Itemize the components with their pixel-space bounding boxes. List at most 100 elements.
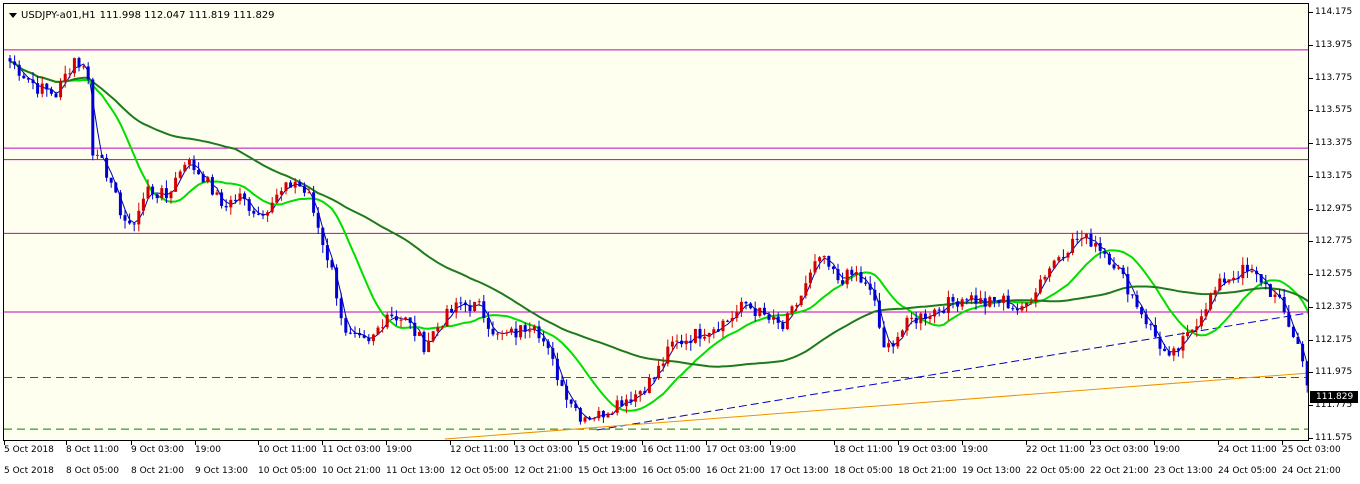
- candle-body: [1084, 234, 1088, 239]
- candle-body: [206, 177, 210, 183]
- candle-body: [307, 192, 311, 194]
- candle-body: [233, 199, 237, 201]
- price-tick-label: 113.975: [1315, 39, 1353, 50]
- price-axis[interactable]: 114.175 113.975 113.775 113.575 113.375 113.1…: [1309, 3, 1360, 443]
- candle-body: [54, 93, 58, 98]
- candle-body: [919, 313, 923, 324]
- time-tick-label: 25 Oct 03:00: [1282, 445, 1341, 455]
- candle-body: [822, 256, 826, 258]
- candle-body: [289, 182, 293, 188]
- candle-body: [1167, 351, 1171, 356]
- candle-body: [1121, 267, 1125, 275]
- time-axis[interactable]: 5 Oct 2018 8 Oct 11:00 9 Oct 03:00 19:00 10 …: [0, 441, 1360, 484]
- candle-body: [744, 301, 748, 304]
- candle-body: [854, 272, 858, 275]
- candle-body: [238, 193, 242, 201]
- candle-body: [1245, 264, 1249, 272]
- candle-body: [1250, 270, 1254, 272]
- candle-body: [666, 346, 670, 364]
- candle-body: [128, 220, 132, 224]
- time-tick-label: 23 Oct 13:00: [1154, 466, 1213, 476]
- candle-body: [468, 305, 472, 311]
- candle-body: [983, 298, 987, 307]
- time-tick-label: 16 Oct 05:00: [642, 466, 701, 476]
- candle-body: [1296, 336, 1300, 344]
- candle-body: [1066, 252, 1070, 258]
- candle-body: [1236, 277, 1240, 279]
- candle-body: [551, 348, 555, 359]
- candle-body: [1291, 326, 1295, 337]
- candle-body: [1287, 312, 1291, 327]
- candle-body: [629, 399, 633, 402]
- candle-body: [845, 269, 849, 285]
- candle-body: [224, 205, 228, 208]
- time-tick-label: 12 Oct 21:00: [514, 466, 573, 476]
- candle-body: [155, 194, 159, 199]
- time-tick-label: 10 Oct 11:00: [258, 445, 317, 455]
- candle-body: [215, 192, 219, 195]
- candle-body: [22, 75, 26, 79]
- candle-body: [923, 313, 927, 319]
- candle-body: [565, 385, 569, 400]
- candle-body: [712, 329, 716, 334]
- price-tick-mark: [1309, 208, 1313, 210]
- candle-body: [192, 159, 196, 171]
- candle-body: [40, 83, 44, 94]
- candle-body: [546, 341, 550, 349]
- time-tick-label: 19:00: [1154, 445, 1180, 455]
- horizontal-levels: [4, 49, 1308, 430]
- symbol-header[interactable]: USDJPY-a01,H1 111.998 112.047 111.819 11…: [9, 10, 275, 21]
- candle-body: [477, 301, 481, 303]
- time-tick-label: 19:00: [770, 445, 796, 455]
- chart-window[interactable]: USDJPY-a01,H1 111.998 112.047 111.819 11…: [0, 0, 1360, 484]
- plot-area[interactable]: USDJPY-a01,H1 111.998 112.047 111.819 11…: [3, 3, 1309, 441]
- candle-body: [1075, 238, 1079, 240]
- candle-body: [1011, 308, 1015, 310]
- candle-body: [335, 267, 339, 299]
- price-tick-mark: [1309, 306, 1313, 308]
- candle-body: [174, 177, 178, 192]
- candle-body: [109, 177, 113, 183]
- candle-body: [404, 317, 408, 320]
- candle-body: [1153, 324, 1157, 337]
- candle-body: [813, 261, 817, 273]
- candle-body: [59, 80, 63, 98]
- candle-body: [293, 181, 297, 188]
- candle-body: [17, 64, 21, 76]
- candle-body: [914, 317, 918, 324]
- price-tick-mark: [1309, 44, 1313, 46]
- candle-body: [1209, 294, 1213, 310]
- candle-body: [583, 417, 587, 422]
- price-tick-label: 112.375: [1315, 301, 1353, 312]
- candle-body: [730, 317, 734, 322]
- candle-body: [693, 328, 697, 343]
- candle-body: [183, 164, 187, 172]
- candle-body: [413, 322, 417, 336]
- candle-body: [1241, 264, 1245, 279]
- candle-body: [36, 83, 40, 94]
- candle-body: [348, 332, 352, 334]
- candle-body: [684, 340, 688, 345]
- candle-body: [284, 182, 288, 192]
- candle-body: [1057, 257, 1061, 261]
- candle-body: [454, 302, 458, 313]
- price-tick-mark: [1309, 339, 1313, 341]
- time-tick-label: 18 Oct 05:00: [834, 466, 893, 476]
- time-tick-label: 8 Oct 21:00: [131, 466, 184, 476]
- candle-body: [873, 289, 877, 301]
- time-tick-label: 19 Oct 13:00: [962, 466, 1021, 476]
- candle-body: [896, 336, 900, 347]
- price-chart[interactable]: [4, 4, 1309, 441]
- candle-body: [1282, 297, 1286, 313]
- time-tick-label: 24 Oct 11:00: [1218, 445, 1277, 455]
- time-tick-label: 12 Oct 05:00: [450, 466, 509, 476]
- candle-body: [877, 300, 881, 328]
- candle-body: [114, 182, 118, 193]
- triangle-down-icon[interactable]: [9, 13, 17, 18]
- candle-body: [330, 260, 334, 268]
- candle-body: [910, 317, 914, 319]
- price-tick-mark: [1309, 274, 1313, 276]
- candle-body: [197, 170, 201, 175]
- trendline: [596, 312, 1308, 431]
- candle-body: [992, 296, 996, 301]
